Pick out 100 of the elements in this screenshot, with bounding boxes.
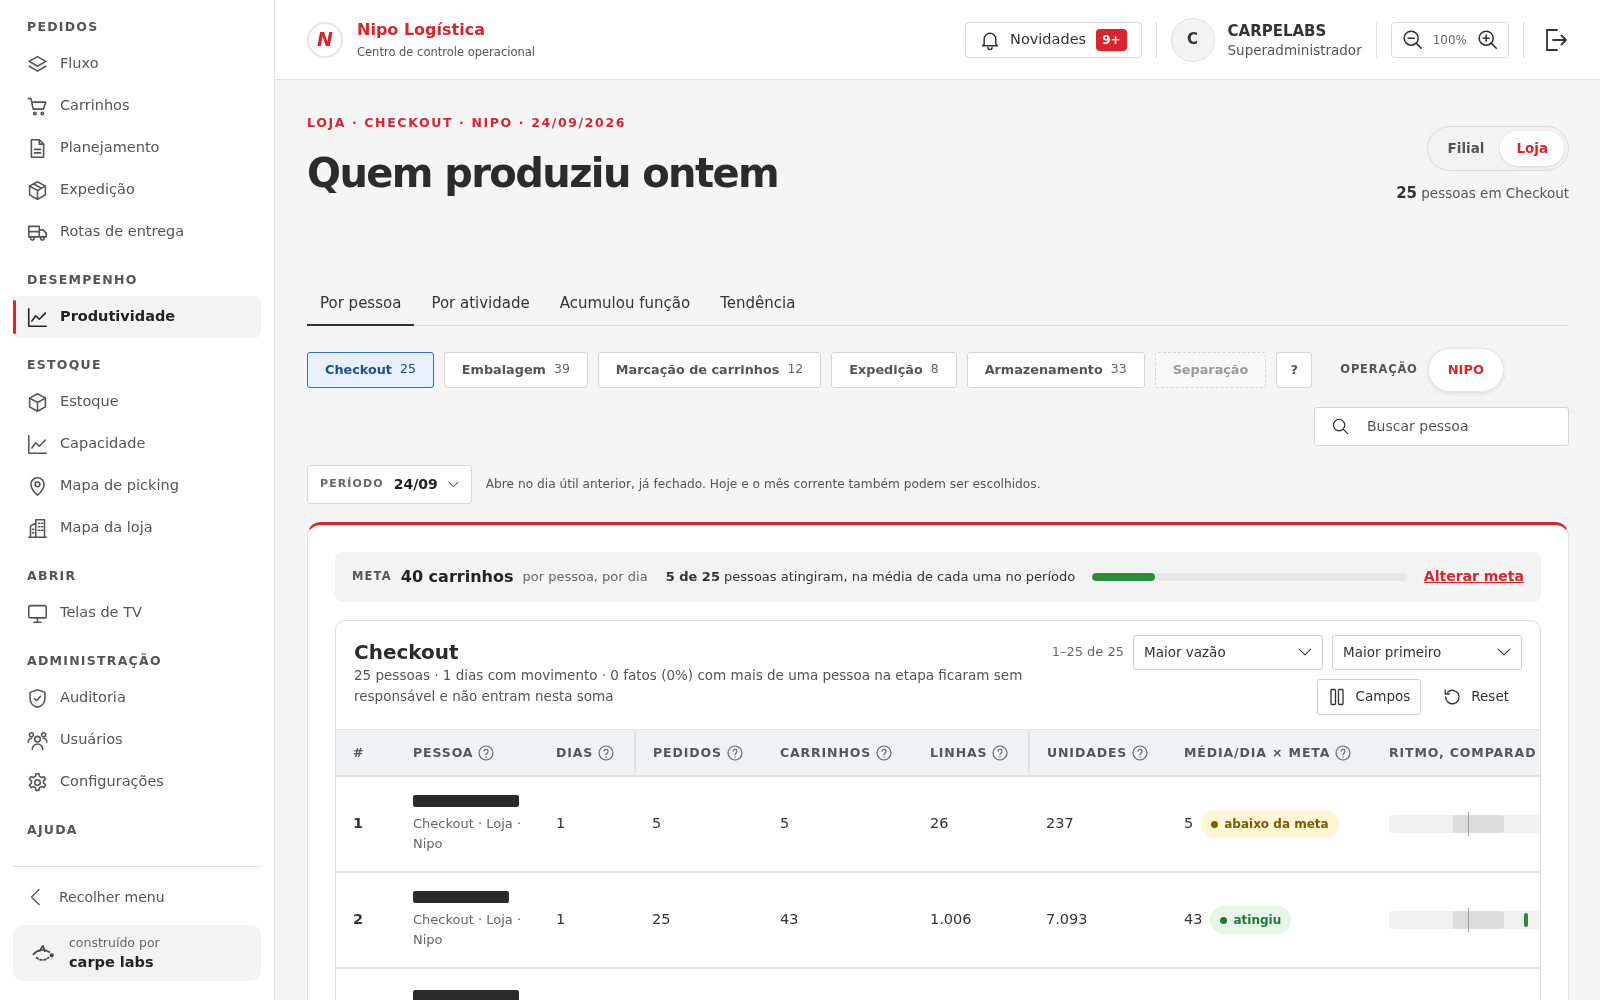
monitor-icon (27, 602, 48, 624)
person-location: Checkout · Loja · Nipo (413, 910, 523, 949)
table-description: 25 pessoas · 1 dias com movimento · 0 fatos (0%) com mais de uma pessoa na etapa ficaram sem responsável e não entram nesta soma (354, 665, 1024, 706)
sidebar-section-heading: AJUDA (26, 821, 79, 839)
sidebar-section-heading: ADMINISTRAÇÃO (26, 652, 163, 670)
scope-option[interactable]: Loja (1500, 131, 1564, 166)
sidebar-item[interactable]: Mapa da loja (13, 507, 261, 549)
average-value: 43 (1184, 910, 1203, 930)
help-icon (992, 745, 1009, 762)
sidebar-section-heading: ABRIR (26, 567, 78, 585)
sidebar-item[interactable]: Telas de TV (13, 592, 261, 634)
table-cell: 1 (539, 872, 635, 968)
tab[interactable]: Acumulou função (546, 282, 704, 326)
user-role: Superadministrador (1227, 40, 1362, 59)
building-icon (27, 517, 48, 539)
table-cell: 25 (635, 872, 763, 968)
sidebar-item[interactable]: Auditoria (13, 677, 261, 719)
column-header[interactable]: # (353, 743, 365, 763)
filter-chip[interactable]: Expedição 8 (831, 351, 957, 388)
fields-button[interactable]: Campos (1316, 678, 1422, 715)
settings-icon (27, 771, 48, 793)
sidebar-item[interactable]: Usuários (13, 719, 261, 761)
tab[interactable]: Por atividade (418, 282, 543, 326)
table-cell: 1.006 (913, 872, 1029, 968)
filter-chip[interactable]: Embalagem 39 (443, 351, 588, 388)
sidebar-item[interactable]: Fluxo (13, 43, 261, 85)
column-header[interactable]: MÉDIA/DIA × META (1184, 743, 1352, 763)
pace-median-line (1468, 908, 1469, 932)
help-icon (1335, 745, 1352, 762)
breadcrumb: LOJA · CHECKOUT · NIPO · 24/09/2026 (307, 114, 628, 132)
sidebar-item[interactable]: Mapa de picking (13, 465, 261, 507)
help-icon (876, 745, 893, 762)
sidebar-item[interactable]: Configurações (13, 761, 261, 803)
sidebar-item[interactable]: Expedição (13, 169, 261, 211)
column-header[interactable]: DIAS (556, 743, 615, 763)
tab[interactable]: Tendência (707, 282, 809, 326)
package-icon (27, 179, 48, 201)
average-value: 5 (1184, 814, 1194, 834)
column-header[interactable]: UNIDADES (1047, 743, 1149, 763)
search-field[interactable]: Buscar pessoa (1314, 406, 1569, 446)
column-header[interactable]: RITMO, COMPARAD (1389, 743, 1537, 763)
help-icon (726, 745, 743, 762)
help-icon (1132, 745, 1149, 762)
credit-caption: construído por (69, 934, 160, 952)
column-header[interactable]: LINHAS (930, 743, 1009, 763)
sidebar-item[interactable]: Planejamento (13, 127, 261, 169)
sidebar-section-heading: DESEMPENHO (26, 271, 139, 289)
scope-option[interactable]: Filial (1431, 131, 1501, 166)
table-cell: 5 (635, 776, 763, 872)
sort-field-select[interactable]: Maior vazão (1133, 634, 1323, 670)
change-goal-link[interactable]: Alterar meta (1423, 566, 1524, 587)
brand-tagline: Centro de controle operacional (357, 43, 535, 61)
rank-cell: 1 (336, 776, 396, 872)
shield-check-icon (27, 687, 48, 709)
table-cell: 43 (763, 872, 913, 968)
table-title: Checkout (354, 638, 460, 665)
goal-label: META (352, 567, 392, 585)
operation-toggle[interactable]: NIPO (1427, 347, 1504, 392)
chart-line-icon (27, 433, 48, 455)
table-cell: 26 (913, 776, 1029, 872)
filter-chip[interactable]: Armazenamento 33 (966, 351, 1145, 388)
goal-summary: 5 de 25 pessoas atingiram, na média de cada uma no período (665, 567, 1076, 586)
page-title: Quem produziu ontem (307, 149, 779, 198)
sidebar-item[interactable]: Estoque (13, 381, 261, 423)
news-button[interactable]: Novidades 9+ (965, 21, 1142, 58)
sidebar-item[interactable]: Capacidade (13, 423, 261, 465)
table-cell: 237 (1029, 776, 1167, 872)
tab[interactable]: Por pessoa (307, 282, 415, 326)
filter-chip[interactable]: Marcação de carrinhos 12 (597, 351, 822, 388)
goal-unit: por pessoa, por dia (522, 567, 648, 586)
period-select[interactable]: PERÍODO 24/09 (307, 464, 472, 504)
map-pin-icon (27, 475, 48, 497)
reset-button[interactable]: Reset (1430, 678, 1522, 715)
people-count: 25 pessoas em Checkout (1396, 183, 1569, 203)
help-button[interactable]: ? (1276, 351, 1313, 388)
sidebar-item[interactable]: Produtividade (13, 296, 261, 338)
collapse-menu-link[interactable]: Recolher menu (13, 877, 261, 917)
help-icon (598, 745, 615, 762)
column-header[interactable]: PESSOA (413, 743, 495, 763)
sort-order-select[interactable]: Maior primeiro (1332, 634, 1522, 670)
column-header[interactable]: CARRINHOS (780, 743, 893, 763)
zoom-in-icon (1477, 29, 1498, 50)
sidebar-item[interactable]: Rotas de entrega (13, 211, 261, 253)
layers-icon (27, 53, 48, 75)
table-cell: 5 (763, 776, 913, 872)
columns-icon (1327, 687, 1346, 706)
pace-range-bar (1453, 911, 1504, 929)
brand-name: Nipo Logística (357, 18, 486, 41)
status-dot-icon (1211, 820, 1219, 828)
help-icon (478, 745, 495, 762)
filter-chip[interactable]: Checkout 25 (307, 351, 434, 388)
column-header[interactable]: PEDIDOS (653, 743, 743, 763)
zoom-out-icon (1401, 29, 1423, 50)
chart-line-icon (27, 306, 48, 328)
logout-button[interactable] (1544, 27, 1568, 52)
cart-icon (27, 95, 48, 117)
reset-icon (1443, 687, 1462, 706)
credit-name: carpe labs (69, 953, 155, 972)
operation-label: OPERAÇÃO (1340, 360, 1418, 378)
sidebar-item[interactable]: Carrinhos (13, 85, 261, 127)
